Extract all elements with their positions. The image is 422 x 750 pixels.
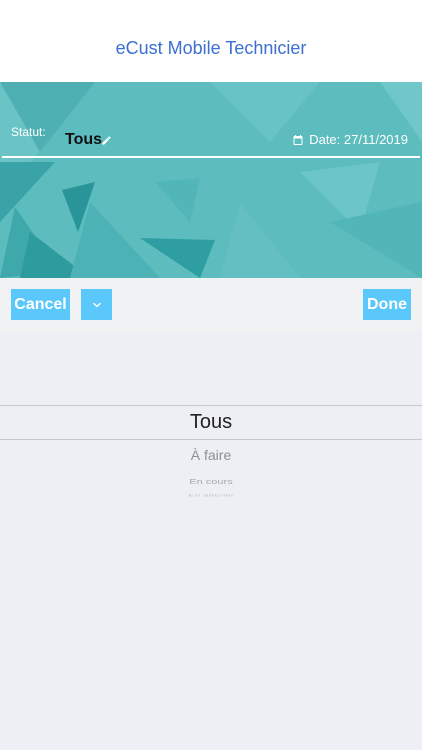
statut-underline — [2, 156, 420, 158]
chevron-down-icon — [92, 302, 101, 307]
collapse-button[interactable] — [81, 289, 112, 320]
picker-option[interactable]: En cours — [0, 478, 422, 486]
cancel-button[interactable]: Cancel — [11, 289, 70, 320]
picker-option-selected[interactable]: Tous — [0, 411, 422, 434]
polygon-background — [0, 82, 422, 278]
app-title: eCust Mobile Technicier — [115, 38, 307, 58]
status-picker[interactable]: Tous À faire En cours En attente — [0, 332, 422, 750]
done-button[interactable]: Done — [363, 289, 411, 320]
picker-toolbar: Cancel Done — [0, 278, 422, 332]
app-header: eCust Mobile Technicier — [0, 0, 422, 82]
calendar-icon — [293, 134, 303, 145]
date-filter[interactable]: Date: 27/11/2019 — [292, 132, 408, 147]
pencil-icon[interactable] — [101, 135, 112, 146]
statut-label: Statut: — [11, 125, 46, 139]
date-label: Date: 27/11/2019 — [309, 132, 408, 147]
picker-selection-bottom-line — [0, 439, 422, 440]
statut-value[interactable]: Tous — [65, 131, 102, 149]
picker-option[interactable]: En attente — [0, 494, 422, 498]
filter-panel: Statut: Tous Date: 27/11/2019 — [0, 82, 422, 278]
picker-option[interactable]: À faire — [0, 447, 422, 463]
picker-selection-top-line — [0, 405, 422, 406]
